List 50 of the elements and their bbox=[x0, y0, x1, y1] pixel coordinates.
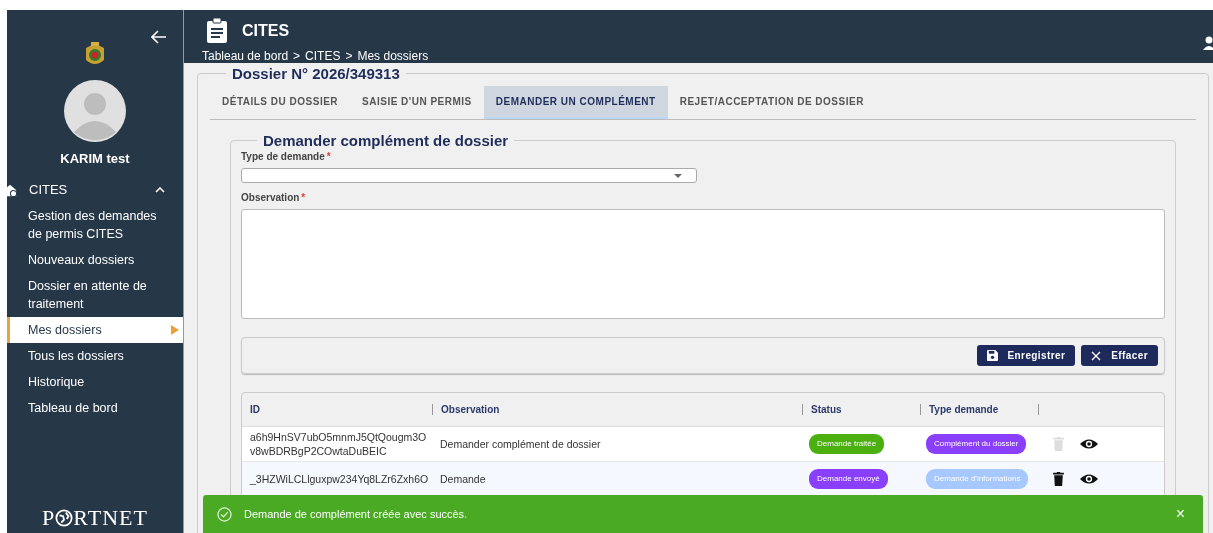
back-arrow-icon[interactable] bbox=[151, 30, 167, 44]
check-circle-icon bbox=[217, 506, 232, 522]
breadcrumb-separator: > bbox=[293, 49, 301, 63]
menu-item[interactable]: Tableau de bord bbox=[7, 395, 183, 421]
breadcrumb-link[interactable]: CITES bbox=[305, 49, 341, 63]
table-cell-text: Demande bbox=[439, 472, 487, 486]
toast-message: Demande de complément créée avec succès. bbox=[244, 508, 469, 520]
menu-item[interactable]: Tous les dossiers bbox=[7, 343, 183, 369]
type-badge: Demande d'informations bbox=[926, 469, 1029, 489]
field-label: Observation * bbox=[241, 192, 307, 203]
type-badge: Complément du dossier bbox=[926, 434, 1027, 454]
observation-field[interactable] bbox=[241, 209, 1165, 319]
dossier-title: Dossier N° 2026/349313 bbox=[231, 65, 401, 82]
user-name: KARIM test bbox=[60, 151, 130, 166]
clipboard-icon bbox=[206, 18, 228, 44]
tab[interactable]: REJET/ACCEPTATION DE DOSSIER bbox=[667, 86, 876, 119]
column-header: Observation bbox=[432, 404, 802, 415]
status-badge: Demande traitée bbox=[809, 434, 885, 454]
menu-item[interactable]: Nouveaux dossiers bbox=[7, 247, 183, 273]
menu-item[interactable]: Historique bbox=[7, 369, 183, 395]
breadcrumb-link[interactable]: Tableau de bord bbox=[202, 49, 289, 63]
status-badge: Demande envoyé bbox=[809, 469, 888, 489]
table-cell-text: _3HZWiLCLlguxpw234Yq8LZr6Zxh6O bbox=[249, 472, 430, 486]
save-button[interactable]: Enregistrer bbox=[976, 345, 1076, 366]
breadcrumb-separator: > bbox=[345, 49, 353, 63]
avatar-icon bbox=[64, 80, 126, 142]
caret-icon bbox=[674, 173, 682, 178]
form-title: Demander complément de dossier bbox=[262, 132, 510, 149]
column-header: ID bbox=[249, 404, 261, 415]
eye-icon[interactable] bbox=[1080, 438, 1098, 450]
close-icon bbox=[1091, 350, 1102, 361]
menu-item[interactable]: Mes dossiers bbox=[7, 317, 183, 343]
trash-icon[interactable] bbox=[1053, 472, 1064, 486]
column-header: Type demande bbox=[920, 404, 1038, 415]
clear-button[interactable]: Effacer bbox=[1081, 345, 1158, 366]
tab[interactable]: SAISIE D'UN PERMIS bbox=[350, 86, 484, 119]
menu-item[interactable]: Gestion des demandes de permis CITES bbox=[7, 203, 183, 247]
user-icon[interactable] bbox=[1203, 36, 1213, 50]
page-title: CITES bbox=[242, 22, 290, 40]
menu-item[interactable]: Dossier en attente de traitement bbox=[7, 273, 183, 317]
column-header: Status bbox=[802, 404, 920, 415]
table-cell-text: Demander complément de dossier bbox=[439, 437, 602, 451]
eye-icon[interactable] bbox=[1080, 473, 1098, 485]
field-label: Type de demande * bbox=[241, 151, 332, 162]
menu-section[interactable]: CITES bbox=[3, 182, 183, 197]
breadcrumb-link[interactable]: Mes dossiers bbox=[357, 49, 429, 63]
tab[interactable]: DEMANDER UN COMPLÉMENT bbox=[483, 86, 668, 119]
table-cell-text: a6h9HnSV7ubO5mnmJ5QtQougm3O v8wBDRBgP2COwtaDuBEIC bbox=[249, 430, 428, 458]
portnet-logo: P RTNET bbox=[42, 505, 148, 531]
tab[interactable]: DÉTAILS DU DOSSIER bbox=[210, 86, 351, 119]
